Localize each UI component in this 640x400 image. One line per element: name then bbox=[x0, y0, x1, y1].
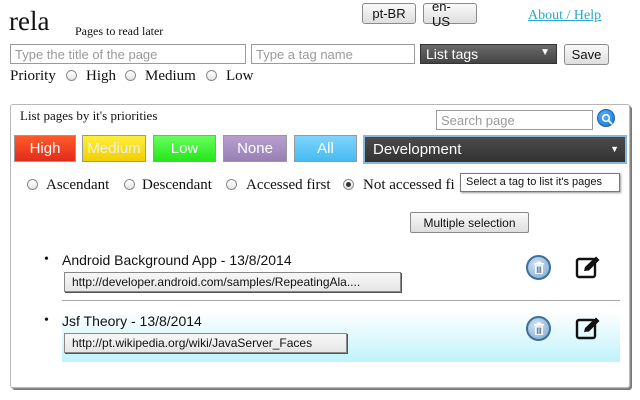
priority-radio-medium[interactable] bbox=[125, 70, 136, 81]
edit-icon[interactable] bbox=[575, 316, 601, 341]
app-title: rela bbox=[9, 6, 50, 36]
edit-icon[interactable] bbox=[575, 255, 601, 280]
list-bullet: • bbox=[44, 313, 49, 328]
priority-radio-high[interactable] bbox=[66, 70, 77, 81]
search-page-input[interactable] bbox=[436, 110, 593, 130]
filter-none-button[interactable]: None bbox=[223, 135, 287, 162]
priority-radio-medium-label: Medium bbox=[145, 68, 196, 84]
filter-all-button[interactable]: All bbox=[294, 135, 357, 162]
page-item-url[interactable]: http://developer.android.com/samples/Rep… bbox=[64, 272, 401, 292]
page-title-input[interactable] bbox=[10, 44, 246, 64]
page-item-title[interactable]: Jsf Theory - 13/8/2014 bbox=[62, 313, 202, 329]
priority-radio-low-label: Low bbox=[226, 68, 254, 84]
item-divider bbox=[62, 300, 620, 301]
multiple-selection-button[interactable]: Multiple selection bbox=[410, 212, 529, 233]
app-subtitle: Pages to read later bbox=[75, 24, 164, 38]
priority-radio-low[interactable] bbox=[206, 70, 217, 81]
filter-high-button[interactable]: High bbox=[14, 135, 76, 162]
list-tags-select-value: List tags bbox=[426, 46, 479, 62]
panel-title: List pages by it's priorities bbox=[20, 108, 158, 123]
tag-filter-value: Development bbox=[373, 141, 462, 158]
sort-radio-accessed-first-label: Accessed first bbox=[246, 177, 331, 193]
sort-radio-descendant-label: Descendant bbox=[142, 177, 212, 193]
lang-en-us-button[interactable]: en-US bbox=[423, 0, 477, 29]
filter-low-button[interactable]: Low bbox=[153, 135, 216, 162]
priority-label: Priority bbox=[10, 68, 56, 84]
tag-name-input[interactable] bbox=[251, 44, 415, 64]
trash-icon[interactable] bbox=[526, 255, 551, 280]
sort-radio-descendant[interactable] bbox=[124, 179, 135, 190]
filter-medium-button[interactable]: Medium bbox=[82, 135, 146, 162]
page-item-url[interactable]: http://pt.wikipedia.org/wiki/JavaServer_… bbox=[64, 333, 347, 353]
page-item-title[interactable]: Android Background App - 13/8/2014 bbox=[62, 252, 292, 268]
list-bullet: • bbox=[44, 252, 49, 267]
sort-radio-not-accessed-first-label: Not accessed fi bbox=[363, 177, 455, 193]
sort-radio-not-accessed-first[interactable] bbox=[343, 179, 354, 190]
tag-tooltip: Select a tag to list it's pages bbox=[460, 173, 620, 192]
list-tags-select[interactable]: List tags ▼ bbox=[420, 44, 557, 64]
sort-radio-ascendant[interactable] bbox=[27, 179, 38, 190]
chevron-down-icon: ▼ bbox=[540, 47, 550, 58]
trash-icon[interactable] bbox=[526, 316, 551, 341]
tag-filter-dropdown[interactable]: Development ▼ bbox=[363, 135, 627, 164]
search-icon[interactable] bbox=[597, 109, 615, 127]
priority-radio-high-label: High bbox=[86, 68, 116, 84]
save-button[interactable]: Save bbox=[564, 44, 609, 65]
sort-radio-ascendant-label: Ascendant bbox=[46, 177, 110, 193]
chevron-down-icon: ▼ bbox=[610, 144, 619, 154]
lang-pt-br-button[interactable]: pt-BR bbox=[362, 3, 416, 24]
about-help-link[interactable]: About / Help bbox=[528, 8, 601, 24]
sort-radio-accessed-first[interactable] bbox=[226, 179, 237, 190]
